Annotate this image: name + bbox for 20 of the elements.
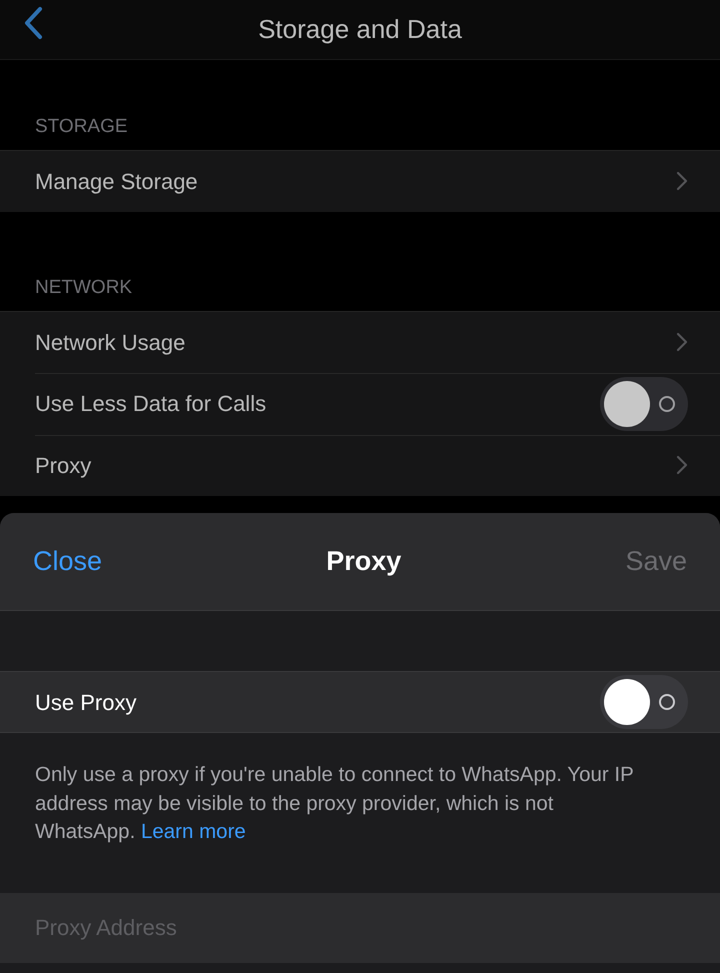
row-label: Use Less Data for Calls: [35, 390, 266, 418]
sheet-title: Proxy: [326, 545, 402, 578]
section-header: STORAGE: [34, 115, 129, 139]
off-label-icon: [658, 693, 676, 711]
chevron-icon: [676, 455, 688, 476]
close-button[interactable]: Close: [33, 541, 102, 582]
settings-row[interactable]: Manage Storage: [0, 150, 720, 212]
chevron-icon: [676, 171, 688, 192]
row-label: Proxy: [35, 452, 92, 480]
section-header: NETWORK: [34, 276, 134, 300]
back-icon[interactable]: [22, 6, 44, 40]
learn-more-link[interactable]: Learn more: [140, 820, 246, 843]
row-label: Network Usage: [35, 328, 186, 357]
row-label: Manage Storage: [35, 168, 198, 196]
proxy-note: Only use a proxy if you're unable to connect to WhatsApp. Your IP address may be visible to the proxy provider, which is not WhatsApp. Learn more: [34, 762, 634, 845]
screen-title: Storage and Data: [258, 13, 462, 46]
off-label-icon: [658, 394, 676, 413]
row-label: Use Proxy: [35, 688, 136, 717]
chevron-icon: [676, 332, 688, 352]
settings-row[interactable]: Network Usage: [0, 312, 720, 373]
